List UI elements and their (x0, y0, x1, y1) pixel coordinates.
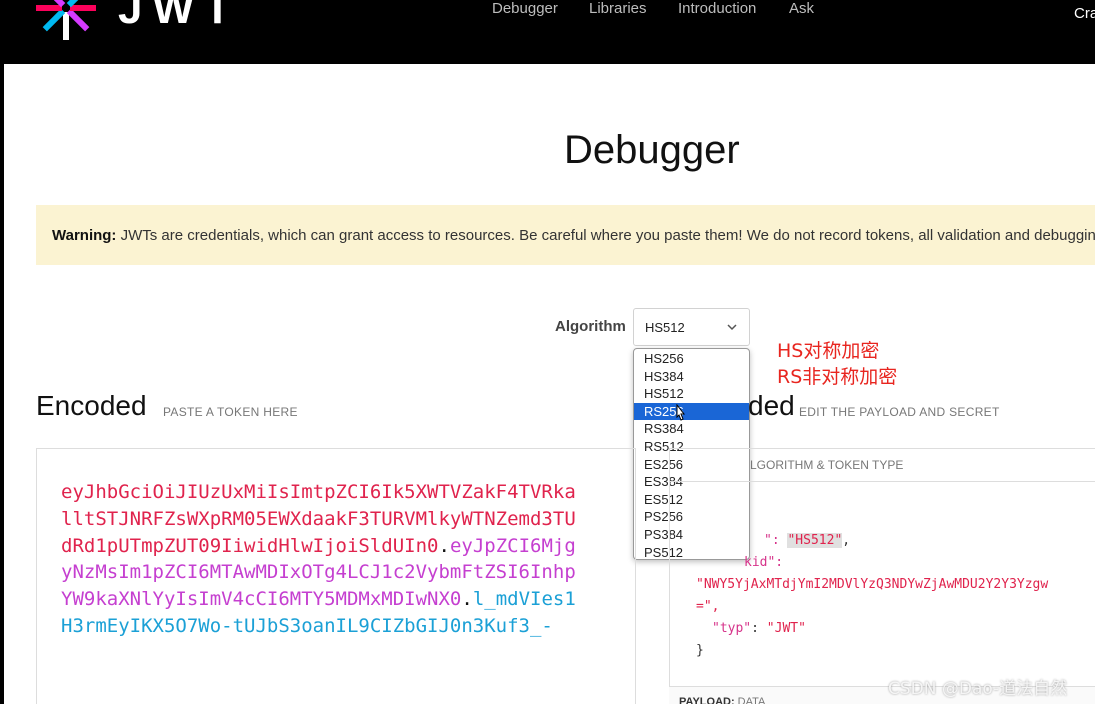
algorithm-selected-value: HS512 (645, 320, 685, 335)
csdn-watermark: CSDN @Dao-道法自然 (888, 679, 1068, 699)
nav-ask[interactable]: Ask (789, 0, 814, 17)
decoded-header-label: LGORITHM & TOKEN TYPE (750, 458, 904, 472)
annotation-rs: RS非对称加密 (777, 366, 898, 388)
page-title: Debugger (564, 128, 740, 172)
json-typ-value: "JWT" (766, 621, 806, 636)
json-typ-key: "typ" (712, 621, 752, 636)
algorithm-label: Algorithm (555, 318, 626, 335)
annotation-hs: HS对称加密 (777, 340, 880, 362)
warning-label: Warning: (52, 227, 117, 244)
mouse-pointer-icon (676, 404, 686, 421)
main-content: Debugger Warning: JWTs are credentials, … (4, 64, 1095, 704)
encoded-token-editor[interactable]: eyJhbGciOiJIUzUxMiIsImtpZCI6Ik5XWTVZakF4… (36, 448, 636, 704)
json-kid-tail: =", (696, 599, 720, 614)
json-alg-value: "HS512" (787, 533, 843, 548)
nav-debugger[interactable]: Debugger (492, 0, 558, 17)
decoded-header-panel: LGORITHM & TOKEN TYPE ": "HS512", kid": … (669, 448, 1095, 704)
json-line-kid-key[interactable]: kid": (696, 555, 783, 570)
json-alg-key-tail: ": (764, 533, 788, 548)
payload-label: PAYLOAD: DATA (679, 696, 765, 704)
decoded-header-title-bar: LGORITHM & TOKEN TYPE (670, 449, 1095, 482)
algorithm-option-hs512[interactable]: HS512 (634, 385, 749, 403)
warning-text: Warning: JWTs are credentials, which can… (52, 227, 1095, 244)
payload-label-main: PAYLOAD: (679, 696, 735, 704)
json-close-brace: } (696, 643, 704, 658)
token-dot: . (461, 588, 473, 611)
json-alg-comma: , (842, 533, 851, 548)
encoded-hint: PASTE A TOKEN HERE (163, 405, 298, 419)
algorithm-option-rs384[interactable]: RS384 (634, 420, 749, 438)
algorithm-select[interactable]: HS512 (633, 308, 750, 346)
decoded-heading: ded (748, 390, 795, 421)
warning-message: JWTs are credentials, which can grant ac… (116, 227, 1095, 244)
json-typ-colon: : (751, 621, 767, 636)
payload-label-sub: DATA (734, 696, 766, 704)
json-line-close[interactable]: } (696, 643, 704, 658)
nav-libraries[interactable]: Libraries (589, 0, 647, 17)
chevron-down-icon (727, 324, 737, 331)
brand-wordmark[interactable]: JWT (118, 0, 241, 34)
decoded-hint: EDIT THE PAYLOAD AND SECRET (799, 405, 1000, 419)
header-right-link[interactable]: Cra (1074, 5, 1095, 22)
top-navigation-bar: JWT Debugger Libraries Introduction Ask … (0, 0, 1095, 62)
json-line-kid-value[interactable]: "NWY5YjAxMTdjYmI2MDVlYzQ3NDYwZjAwMDU2Y2Y… (696, 577, 1048, 592)
algorithm-option-hs256[interactable]: HS256 (634, 350, 749, 368)
token-dot: . (438, 534, 450, 557)
encoded-heading: Encoded (36, 390, 147, 421)
algorithm-option-rs256[interactable]: RS256 (634, 402, 749, 421)
nav-introduction[interactable]: Introduction (678, 0, 756, 17)
algorithm-option-hs384[interactable]: HS384 (634, 368, 749, 386)
json-line-alg[interactable]: ": "HS512", (696, 533, 850, 548)
json-kid-value: "NWY5YjAxMTdjYmI2MDVlYzQ3NDYwZjAwMDU2Y2Y… (696, 577, 1049, 592)
json-kid-key: kid": (744, 555, 784, 570)
jwt-logo-icon[interactable] (30, 0, 102, 44)
json-line-kid-tail[interactable]: =", (696, 599, 719, 614)
token-text[interactable]: eyJhbGciOiJIUzUxMiIsImtpZCI6Ik5XWTVZakF4… (61, 479, 581, 640)
json-line-typ[interactable]: "typ": "JWT" (696, 621, 806, 636)
warning-banner: Warning: JWTs are credentials, which can… (36, 205, 1095, 265)
